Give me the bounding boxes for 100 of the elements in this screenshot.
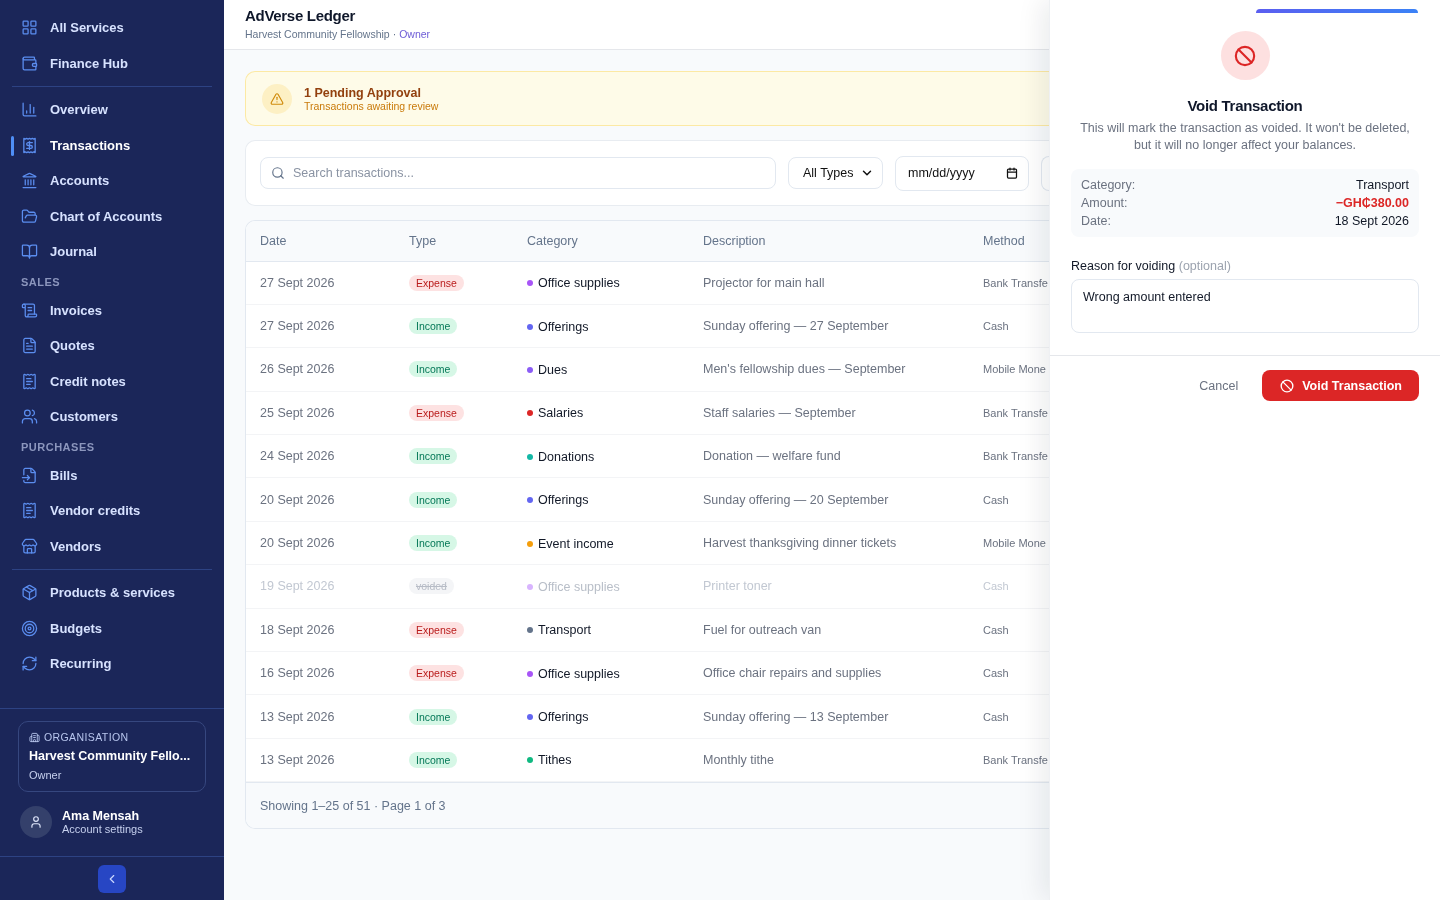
detail-label: Category: xyxy=(1081,178,1136,192)
description-cell: Men's fellowship dues — September xyxy=(689,347,969,392)
date-cell: 24 Sept 2026 xyxy=(246,434,395,478)
organisation-role: Owner xyxy=(29,769,63,781)
type-tag: Expense xyxy=(409,404,464,421)
calendar-icon xyxy=(1006,167,1018,179)
type-select[interactable]: All Types xyxy=(788,157,883,189)
refresh-icon xyxy=(21,655,38,673)
description-cell: Sunday offering — 20 September xyxy=(689,477,969,522)
category-label: Transport xyxy=(538,623,592,638)
sidebar-item[interactable]: Recurring xyxy=(12,646,212,682)
date-field[interactable]: mm/dd/yyyy xyxy=(895,155,1029,191)
detail-value: 18 Sept 2026 xyxy=(1334,214,1409,228)
category-label: Office supplies xyxy=(538,579,620,594)
column-header: Description xyxy=(689,221,969,261)
type-tag: Expense xyxy=(409,621,464,638)
void-button[interactable]: Void Transaction xyxy=(1262,370,1419,401)
alert-title: 1 Pending Approval xyxy=(304,85,422,100)
building-icon xyxy=(29,731,40,743)
search-field[interactable]: Search transactions... xyxy=(260,157,776,189)
sidebar-item[interactable]: Bills xyxy=(12,457,212,493)
type-tag: Income xyxy=(409,708,458,725)
sidebar-item[interactable]: Vendors xyxy=(12,528,212,564)
sidebar-item[interactable]: Invoices xyxy=(12,292,212,328)
package-icon xyxy=(21,584,38,602)
category-label: Offerings xyxy=(538,319,589,334)
description-cell: Office chair repairs and supplies xyxy=(689,651,969,695)
sidebar-item[interactable]: Products & services xyxy=(12,575,212,611)
type-tag: Income xyxy=(409,535,458,552)
category-label: Donations xyxy=(538,449,595,464)
category-label: Office supplies xyxy=(538,276,620,291)
sidebar-item[interactable]: Customers xyxy=(12,399,212,435)
organisation-name: Harvest Community Fello... xyxy=(29,749,192,763)
warning-icon xyxy=(262,83,292,114)
collapse-button[interactable] xyxy=(98,865,126,893)
sidebar-item[interactable]: Accounts xyxy=(12,163,212,199)
sidebar-item[interactable]: Overview xyxy=(12,92,212,128)
section-heading: SALES xyxy=(20,274,62,290)
users-icon xyxy=(21,408,38,426)
description-cell: Donation — welfare fund xyxy=(689,434,969,478)
role-label: Owner xyxy=(399,28,431,40)
date-cell: 20 Sept 2026 xyxy=(246,477,395,522)
category-label: Office supplies xyxy=(538,666,620,681)
sidebar-item[interactable]: Chart of Accounts xyxy=(12,198,212,234)
date-cell: 25 Sept 2026 xyxy=(246,391,395,435)
category-label: Offerings xyxy=(538,493,589,508)
date-cell: 27 Sept 2026 xyxy=(246,261,395,305)
book-icon xyxy=(21,243,38,261)
sidebar-item[interactable]: Budgets xyxy=(12,610,212,646)
date-cell: 19 Sept 2026 xyxy=(246,564,395,609)
description-cell: Staff salaries — September xyxy=(689,391,969,435)
search-icon xyxy=(271,166,285,180)
type-tag: Income xyxy=(409,448,458,465)
category-label: Salaries xyxy=(538,406,584,421)
type-tag: Income xyxy=(409,752,458,768)
description-cell: Harvest thanksgiving dinner tickets xyxy=(689,521,969,565)
description-cell: Fuel for outreach van xyxy=(689,608,969,652)
category-label: Tithes xyxy=(538,753,572,768)
date-cell: 16 Sept 2026 xyxy=(246,651,395,695)
description-cell: Sunday offering — 13 September xyxy=(689,694,969,739)
description-cell: Projector for main hall xyxy=(689,261,969,305)
bank-icon xyxy=(21,172,38,190)
target-icon xyxy=(21,619,38,637)
dialog-message: This will mark the transaction as voided. It won't be deleted, but it will no longer affect your balances. xyxy=(1079,120,1411,154)
date-cell: 13 Sept 2026 xyxy=(246,738,395,782)
sidebar-item[interactable]: Credit notes xyxy=(12,363,212,399)
pagination-summary: Showing 1–25 of 51 · Page 1 of 3 xyxy=(246,782,1049,829)
detail-value: −GH₵380.00 xyxy=(1335,196,1409,210)
type-tag: Expense xyxy=(409,665,464,682)
cancel-button[interactable]: Cancel xyxy=(1199,372,1239,399)
sidebar-item[interactable]: Finance Hub xyxy=(12,45,212,81)
date-cell: 27 Sept 2026 xyxy=(246,304,395,348)
detail-label: Amount: xyxy=(1081,196,1128,210)
description-cell: Sunday offering — 27 September xyxy=(689,304,969,348)
detail-value: Transport xyxy=(1355,178,1409,192)
type-tag: Expense xyxy=(409,274,464,291)
reason-field[interactable]: Wrong amount entered xyxy=(1071,279,1419,333)
type-tag: Income xyxy=(409,361,458,378)
organisation-card[interactable]: ORGANISATION Harvest Community Fello... Owner xyxy=(18,721,206,792)
sidebar-item[interactable]: Vendor credits xyxy=(12,493,212,529)
column-header: Date xyxy=(246,221,395,261)
user-icon xyxy=(29,815,43,829)
column-header: Method xyxy=(969,221,1049,261)
active-indicator xyxy=(11,135,14,156)
type-tag: voided xyxy=(409,578,454,595)
sidebar-item[interactable]: Quotes xyxy=(12,328,212,364)
sidebar-item[interactable]: Journal xyxy=(12,234,212,270)
avatar[interactable] xyxy=(20,806,52,838)
ban-icon xyxy=(1220,31,1270,80)
sidebar-item[interactable]: Transactions xyxy=(12,127,212,163)
file-import-icon xyxy=(21,466,38,484)
store-icon xyxy=(21,537,38,555)
alert-subtitle: Transactions awaiting review xyxy=(304,99,439,112)
dialog-title: Void Transaction xyxy=(1187,97,1303,114)
column-header: Category xyxy=(513,221,689,261)
date-cell: 20 Sept 2026 xyxy=(246,521,395,565)
receipt-icon xyxy=(21,136,38,154)
user-name: Ama Mensah xyxy=(62,809,141,823)
account-settings-link[interactable]: Account settings xyxy=(62,823,143,835)
sidebar-item[interactable]: All Services xyxy=(12,10,212,46)
